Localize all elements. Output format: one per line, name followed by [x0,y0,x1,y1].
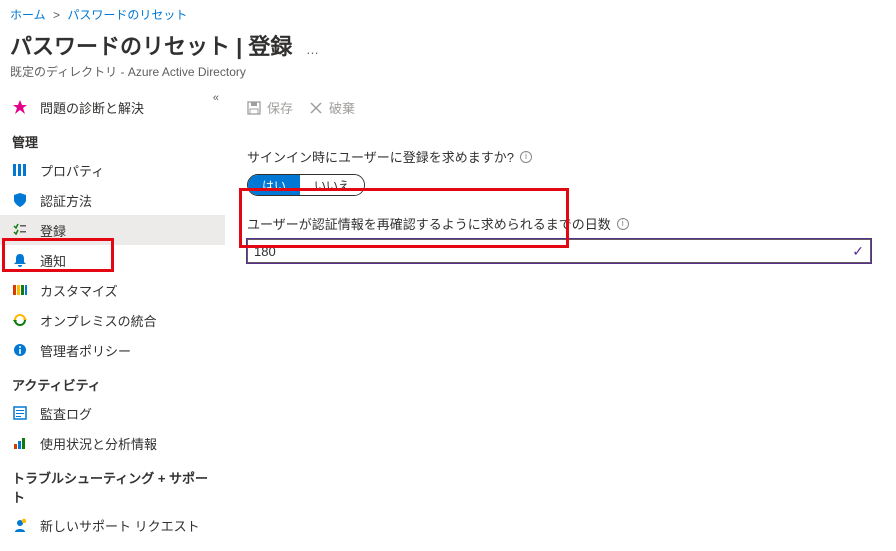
sidebar-item-label: 新しいサポート リクエスト [40,516,200,535]
info-tooltip-icon[interactable]: i [520,151,532,163]
shield-icon [12,192,28,208]
sidebar-item-label: 監査ログ [40,404,92,423]
check-icon: ✓ [852,243,864,260]
info-tooltip-icon[interactable]: i [617,218,629,230]
toggle-yes[interactable]: はい [248,175,300,195]
breadcrumb-home[interactable]: ホーム [10,8,46,22]
discard-label: 破棄 [329,98,355,117]
sidebar-item-label: 使用状況と分析情報 [40,434,157,453]
sidebar-item-label: カスタマイズ [40,281,118,300]
toolbar: 保存 破棄 [247,98,878,129]
sidebar-group-manage: 管理 [0,122,225,155]
save-icon [247,101,261,115]
days-label-text: ユーザーが認証情報を再確認するように求められるまでの日数 [247,214,611,233]
sidebar-item-label: オンプレミスの統合 [40,311,157,330]
sidebar-item-label: 登録 [40,221,66,240]
bell-icon [12,252,28,268]
info-icon [12,342,28,358]
sidebar-item-label: プロパティ [40,161,104,180]
breadcrumb: ホーム > パスワードのリセット [0,0,896,27]
sidebar-item-new-support[interactable]: 新しいサポート リクエスト [0,510,225,540]
content-area: 保存 破棄 サインイン時にユーザーに登録を求めますか? i はい いいえ ユーザ… [225,86,896,551]
sidebar-item-customize[interactable]: カスタマイズ [0,275,225,305]
checklist-icon [12,222,28,238]
days-input-wrap: ✓ [247,239,871,263]
sidebar-item-registration[interactable]: 登録 [0,215,225,245]
discard-icon [309,101,323,115]
sidebar-item-diagnose[interactable]: 問題の診断と解決 [0,92,225,122]
sidebar: « 問題の診断と解決 管理 プロパティ 認証方法 登録 [0,86,225,551]
properties-icon [12,162,28,178]
sidebar-group-activity: アクティビティ [0,365,225,398]
more-actions-button[interactable]: … [306,42,321,57]
toggle-no[interactable]: いいえ [300,175,364,195]
days-label: ユーザーが認証情報を再確認するように求められるまでの日数 i [247,214,878,233]
sidebar-item-auth-methods[interactable]: 認証方法 [0,185,225,215]
sidebar-item-admin-policy[interactable]: 管理者ポリシー [0,335,225,365]
sidebar-item-usage-insights[interactable]: 使用状況と分析情報 [0,428,225,458]
require-register-label: サインイン時にユーザーに登録を求めますか? i [247,147,878,166]
page-header: パスワードのリセット | 登録 … 既定のディレクトリ - Azure Acti… [0,27,896,86]
page-subtitle: 既定のディレクトリ - Azure Active Directory [10,63,886,80]
log-icon [12,405,28,421]
days-input[interactable] [254,244,803,259]
support-icon [12,517,28,533]
require-register-text: サインイン時にユーザーに登録を求めますか? [247,147,514,166]
sidebar-item-properties[interactable]: プロパティ [0,155,225,185]
bar-chart-icon [12,435,28,451]
diagnose-icon [12,99,28,115]
sidebar-item-label: 通知 [40,251,66,270]
page-title: パスワードのリセット | 登録 [10,29,292,61]
discard-button[interactable]: 破棄 [309,98,355,117]
sidebar-item-notifications[interactable]: 通知 [0,245,225,275]
save-label: 保存 [267,98,293,117]
breadcrumb-separator: > [53,8,60,22]
sidebar-group-troubleshoot: トラブルシューティング + サポート [0,458,225,510]
collapse-sidebar-button[interactable]: « [213,92,219,104]
palette-icon [12,282,28,298]
sync-icon [12,312,28,328]
save-button[interactable]: 保存 [247,98,293,117]
sidebar-item-label: 管理者ポリシー [40,341,131,360]
require-register-toggle[interactable]: はい いいえ [247,174,365,196]
breadcrumb-current[interactable]: パスワードのリセット [67,8,187,22]
sidebar-item-onprem[interactable]: オンプレミスの統合 [0,305,225,335]
sidebar-item-label: 問題の診断と解決 [40,98,144,117]
sidebar-item-audit-logs[interactable]: 監査ログ [0,398,225,428]
sidebar-item-label: 認証方法 [40,191,92,210]
